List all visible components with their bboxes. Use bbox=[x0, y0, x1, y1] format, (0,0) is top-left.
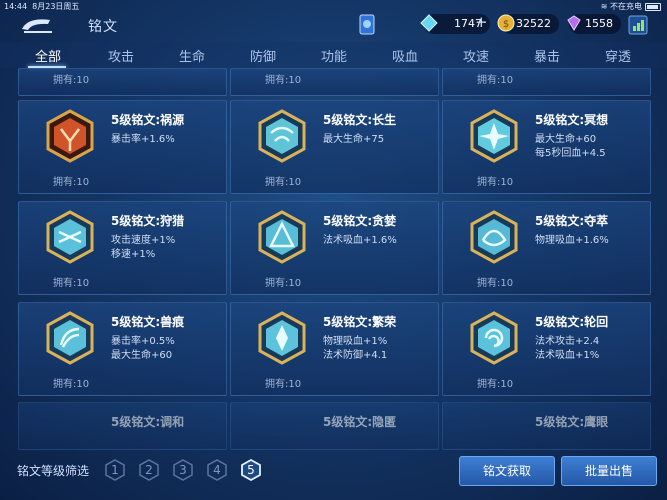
inscription-emblem-icon bbox=[470, 311, 518, 365]
page-title: 铭文 bbox=[88, 19, 118, 35]
signal-icon bbox=[628, 15, 648, 35]
inscription-card-huoyuan[interactable]: 5级铭文:祸源 暴击率+1.6% 拥有:10 bbox=[18, 100, 227, 194]
inscription-emblem-icon bbox=[470, 210, 518, 264]
tab-lifesteal[interactable]: 吸血 bbox=[392, 46, 418, 65]
inscription-card-duocui[interactable]: 5级铭文:夺萃 物理吸血+1.6% 拥有:10 bbox=[442, 201, 651, 295]
battery-icon bbox=[645, 2, 661, 11]
category-tabs: 全部 攻击 生命 防御 功能 吸血 攻速 暴击 穿透 bbox=[0, 42, 667, 68]
inscription-emblem-icon bbox=[258, 311, 306, 365]
inscription-card-shoulie[interactable]: 5级铭文:狩猎 攻击速度+1% 移速+1% 拥有:10 bbox=[18, 201, 227, 295]
tab-utility[interactable]: 功能 bbox=[321, 46, 347, 65]
inscription-card-tiaohe[interactable]: 5级铭文:调和 bbox=[18, 402, 227, 450]
charging-status: ≋ 不在充电 bbox=[601, 1, 661, 12]
status-bar: 14:44 8月23日周五 ≋ 不在充电 bbox=[0, 0, 667, 12]
tab-defense[interactable]: 防御 bbox=[250, 46, 276, 65]
inscription-book-icon[interactable] bbox=[357, 13, 377, 37]
level-filter-4[interactable]: 4 bbox=[206, 459, 228, 481]
level-filter-5[interactable]: 5 bbox=[240, 458, 262, 482]
inscription-card-shouhen[interactable]: 5级铭文:兽痕 暴击率+0.5% 最大生命+60 拥有:10 bbox=[18, 302, 227, 396]
obtain-inscription-button[interactable]: 铭文获取 bbox=[459, 456, 555, 486]
tab-health[interactable]: 生命 bbox=[179, 46, 205, 65]
inscription-card[interactable]: 拥有:10 bbox=[442, 68, 651, 96]
gold-coin-icon: $ bbox=[497, 14, 515, 32]
tab-crit[interactable]: 暴击 bbox=[534, 46, 560, 65]
inscription-card-yinni[interactable]: 5级铭文:隐匿 bbox=[230, 402, 439, 450]
tab-attack-speed[interactable]: 攻速 bbox=[463, 46, 489, 65]
back-button[interactable] bbox=[18, 15, 56, 37]
inscription-card-fanrong[interactable]: 5级铭文:繁荣 物理吸血+1% 法术防御+4.1 拥有:10 bbox=[230, 302, 439, 396]
gem-balance: 1558 bbox=[567, 14, 621, 34]
inscription-card[interactable]: 拥有:10 bbox=[18, 68, 227, 96]
inscription-card-mingxiang[interactable]: 5级铭文:冥想 最大生命+60 每5秒回血+4.5 拥有:10 bbox=[442, 100, 651, 194]
inscription-emblem-icon bbox=[46, 210, 94, 264]
inscription-card[interactable]: 拥有:10 bbox=[230, 68, 439, 96]
status-time-date: 14:44 8月23日周五 bbox=[4, 2, 80, 11]
add-diamond-button[interactable]: + bbox=[475, 13, 488, 31]
level-filter-3[interactable]: 3 bbox=[172, 459, 194, 481]
inscription-emblem-icon bbox=[258, 109, 306, 163]
diamond-icon bbox=[420, 14, 438, 32]
inscription-card-yingyan[interactable]: 5级铭文:鹰眼 bbox=[442, 402, 651, 450]
tab-all[interactable]: 全部 bbox=[35, 46, 61, 65]
inscription-emblem-icon bbox=[470, 109, 518, 163]
level-filter-1[interactable]: 1 bbox=[104, 459, 126, 481]
gem-icon bbox=[567, 15, 581, 31]
inscription-card-changsheng[interactable]: 5级铭文:长生 最大生命+75 拥有:10 bbox=[230, 100, 439, 194]
inscription-emblem-icon bbox=[258, 210, 306, 264]
wifi-icon: ≋ bbox=[600, 2, 608, 11]
inscription-card-tanlan[interactable]: 5级铭文:贪婪 法术吸血+1.6% 拥有:10 bbox=[230, 201, 439, 295]
svg-text:$: $ bbox=[503, 19, 509, 30]
inscription-card-lunhui[interactable]: 5级铭文:轮回 法术攻击+2.4 法术吸血+1% 拥有:10 bbox=[442, 302, 651, 396]
tab-attack[interactable]: 攻击 bbox=[108, 46, 134, 65]
tab-penetration[interactable]: 穿透 bbox=[605, 46, 631, 65]
inscription-emblem-icon bbox=[46, 109, 94, 163]
level-filter-label: 铭文等级筛选 bbox=[17, 464, 90, 478]
gold-balance: $ 32522 bbox=[497, 14, 559, 34]
top-bar: 铭文 1747 + $ 32522 1558 bbox=[0, 12, 667, 42]
level-filter-2[interactable]: 2 bbox=[138, 459, 160, 481]
batch-sell-button[interactable]: 批量出售 bbox=[561, 456, 657, 486]
inscription-emblem-icon bbox=[46, 311, 94, 365]
